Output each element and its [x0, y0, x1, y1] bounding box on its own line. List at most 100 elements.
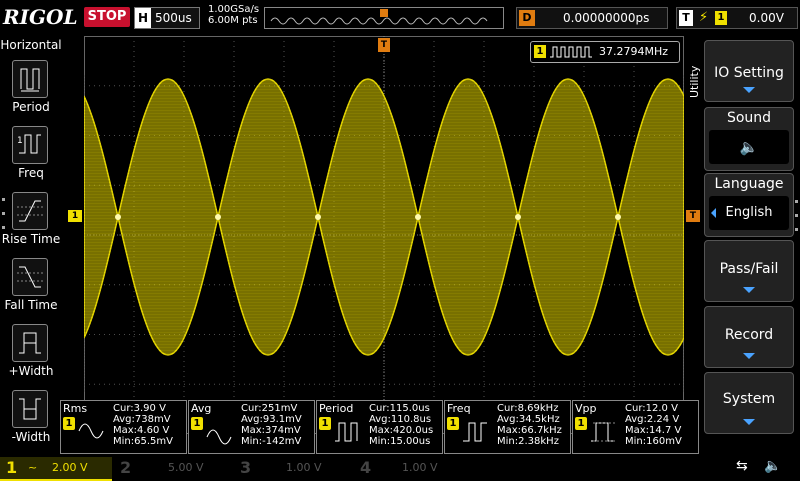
channel-scale: 1.00 V	[402, 461, 438, 474]
memory-strip-graphic	[270, 9, 488, 25]
ch1-offset-marker[interactable]: 1	[68, 210, 82, 222]
measurement-channel: 1	[447, 417, 459, 430]
measurement-min: Min:-142mV	[241, 436, 302, 447]
measurement-name: Freq	[447, 402, 471, 415]
channel-scale: 5.00 V	[168, 461, 204, 474]
menu-rise-time[interactable]: Rise Time	[0, 188, 62, 252]
channel-2-tab[interactable]: 2 5.00 V	[114, 457, 232, 479]
utility-side-label: Utility	[688, 65, 701, 98]
menu-neg-width[interactable]: -Width	[0, 386, 62, 450]
menu-period[interactable]: Period	[0, 56, 62, 120]
vpp-wave-icon	[591, 422, 615, 442]
button-label: Pass/Fail	[719, 261, 779, 277]
measurement-avg[interactable]: Avg 1 Cur:251mV Avg:93.1mV Max:374mV Min…	[188, 400, 315, 454]
trigger-position-marker[interactable]: T	[378, 38, 390, 52]
channel-number: 3	[240, 458, 252, 477]
rms-wave-icon	[78, 423, 104, 439]
trigger-display[interactable]: T ⚡ 1 0.00V	[676, 7, 798, 29]
trigger-level-marker[interactable]: T	[686, 210, 700, 222]
measurement-current: Cur:3.90 V	[113, 403, 166, 414]
waveform-node	[115, 214, 121, 220]
channel-number: 2	[120, 458, 132, 477]
measurement-channel: 1	[63, 417, 75, 430]
button-label: System	[722, 391, 776, 407]
measurement-period[interactable]: Period 1 Cur:115.0us Avg:110.8us Max:420…	[316, 400, 443, 454]
counter-pulse-icon	[550, 46, 592, 58]
sound-button[interactable]: Sound 🔈	[704, 107, 794, 171]
submenu-arrow-icon	[743, 353, 755, 359]
neg-width-icon	[12, 390, 48, 428]
menu-page-dot	[2, 226, 5, 229]
brand-logo: RIGOL	[3, 5, 78, 29]
measurement-max: Max:420.0us	[369, 425, 434, 436]
menu-page-dot	[2, 212, 5, 215]
frequency-counter: 1 37.2794MHz	[530, 41, 680, 63]
measurement-rms[interactable]: Rms 1 Cur:3.90 V Avg:738mV Max:4.60 V Mi…	[60, 400, 187, 454]
waveform-grid	[83, 36, 685, 434]
memory-position-strip[interactable]	[264, 7, 504, 29]
button-label: Language	[714, 176, 784, 192]
period-icon	[12, 60, 48, 98]
sample-rate: 1.00GSa/s	[208, 4, 260, 15]
channel-scale: 2.00 V	[52, 461, 88, 474]
channel-4-tab[interactable]: 4 1.00 V	[354, 457, 472, 479]
measurement-max: Max:4.60 V	[113, 425, 170, 436]
waveform-node	[415, 214, 421, 220]
rising-edge-icon: ⚡	[699, 10, 709, 25]
run-stop-indicator[interactable]: STOP	[84, 7, 130, 27]
trigger-key: T	[679, 10, 693, 26]
channel-1-tab[interactable]: 1 ~ 2.00 V	[0, 457, 112, 481]
menu-pos-width[interactable]: +Width	[0, 320, 62, 384]
io-setting-button[interactable]: IO Setting	[704, 40, 794, 102]
measurement-min: Min:65.5mV	[113, 436, 173, 447]
menu-label: Fall Time	[4, 298, 58, 312]
menu-page-dot	[795, 214, 798, 217]
horizontal-timebase[interactable]: H 500us	[134, 7, 200, 29]
freq-icon: 1	[12, 126, 48, 164]
option-left-arrow-icon	[711, 208, 716, 218]
waveform-node	[215, 214, 221, 220]
record-button[interactable]: Record	[704, 306, 794, 368]
fall-time-icon	[12, 258, 48, 296]
delay-value: 0.00000000ps	[563, 11, 650, 25]
measurement-channel: 1	[191, 417, 203, 430]
menu-page-dot	[795, 200, 798, 203]
menu-fall-time[interactable]: Fall Time	[0, 254, 62, 318]
measurement-average: Avg:738mV	[113, 414, 171, 425]
channel-3-tab[interactable]: 3 1.00 V	[234, 457, 352, 479]
menu-label: -Width	[11, 430, 51, 444]
waveform-node	[615, 214, 621, 220]
menu-label: Freq	[18, 166, 44, 180]
button-label: IO Setting	[714, 65, 784, 81]
submenu-arrow-icon	[743, 419, 755, 425]
measurement-name: Rms	[63, 402, 88, 415]
mute-speaker-icon: 🔈	[764, 458, 782, 474]
avg-wave-icon	[206, 429, 232, 445]
measurement-min: Min:15.00us	[369, 436, 431, 447]
channel-coupling: ~	[28, 461, 38, 474]
measurement-name: Avg	[191, 402, 212, 415]
submenu-arrow-icon	[743, 87, 755, 93]
menu-freq[interactable]: 1 Freq	[0, 122, 62, 186]
memory-trigger-marker	[380, 9, 388, 17]
channel-number: 1	[6, 458, 18, 477]
channel-scale: 1.00 V	[286, 461, 322, 474]
measurement-average: Avg:2.24 V	[625, 414, 680, 425]
counter-value: 37.2794MHz	[599, 45, 669, 58]
language-button[interactable]: Language English	[704, 173, 794, 237]
submenu-arrow-icon	[743, 287, 755, 293]
measurement-channel: 1	[575, 417, 587, 430]
measurement-current: Cur:251mV	[241, 403, 298, 414]
timebase-key: H	[135, 8, 151, 28]
pass-fail-button[interactable]: Pass/Fail	[704, 240, 794, 302]
waveform-node	[515, 214, 521, 220]
measurement-vpp[interactable]: Vpp 1 Cur:12.0 V Avg:2.24 V Max:14.7 V M…	[572, 400, 699, 454]
delay-key: D	[519, 10, 535, 26]
speaker-icon: 🔈	[709, 130, 789, 164]
delay-display[interactable]: D 0.00000000ps	[516, 7, 668, 29]
system-button[interactable]: System	[704, 372, 794, 434]
waveform-display[interactable]	[83, 36, 685, 434]
measurement-freq[interactable]: Freq 1 Cur:8.69kHz Avg:34.5kHz Max:66.7k…	[444, 400, 571, 454]
measurement-current: Cur:12.0 V	[625, 403, 678, 414]
button-label: Record	[724, 327, 774, 343]
